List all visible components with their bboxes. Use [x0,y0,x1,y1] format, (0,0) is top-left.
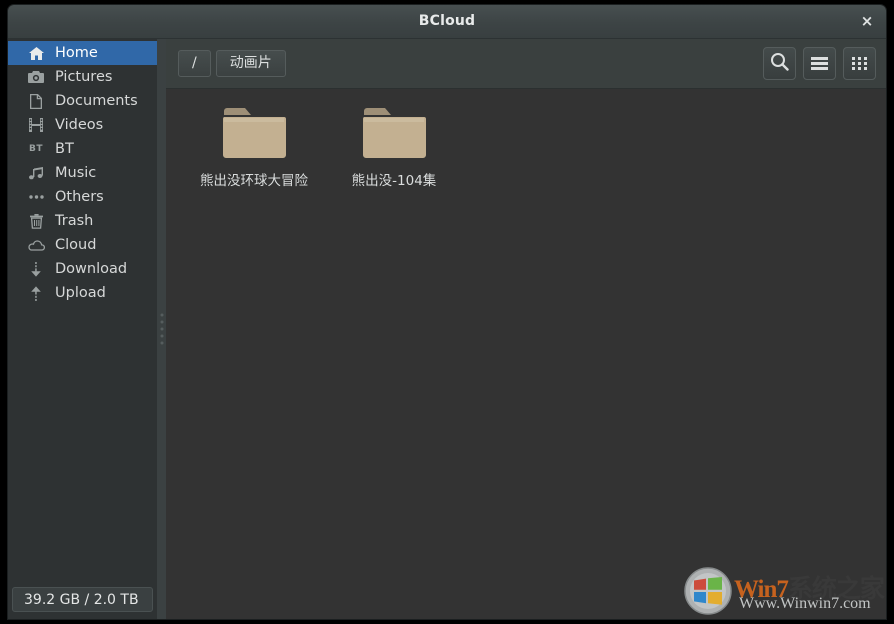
home-icon [26,45,46,61]
sidebar: Home Pictures Documents [8,39,157,619]
sidebar-item-home[interactable]: Home [8,41,157,65]
sidebar-item-download[interactable]: Download [8,257,157,281]
main-pane: / 动画片 [166,39,886,619]
close-icon[interactable]: × [858,12,876,30]
ellipsis-icon [26,189,46,205]
sidebar-item-music[interactable]: Music [8,161,157,185]
trash-icon [26,213,46,229]
sidebar-item-label: Trash [55,213,93,229]
sidebar-item-videos[interactable]: Videos [8,113,157,137]
sidebar-item-label: Download [55,261,127,277]
list-view-button[interactable] [803,47,836,80]
sidebar-item-label: Home [55,45,98,61]
splitter-grip [160,310,163,349]
sidebar-item-cloud[interactable]: Cloud [8,233,157,257]
bt-icon: BT [26,141,46,157]
sidebar-item-pictures[interactable]: Pictures [8,65,157,89]
toolbar: / 动画片 [166,39,886,89]
sidebar-item-bt[interactable]: BT BT [8,137,157,161]
sidebar-item-upload[interactable]: Upload [8,281,157,305]
upload-icon [26,285,46,301]
music-note-icon [26,165,46,181]
document-icon [26,93,46,109]
sidebar-item-label: Pictures [55,69,112,85]
folder-icon [362,107,426,163]
sidebar-item-trash[interactable]: Trash [8,209,157,233]
download-icon [26,261,46,277]
sidebar-splitter[interactable] [157,39,166,619]
list-icon [811,55,828,72]
file-name-label: 熊出没-104集 [332,172,456,190]
sidebar-item-label: Music [55,165,96,181]
window-title: BCloud [8,5,886,38]
sidebar-item-label: Documents [55,93,138,109]
sidebar-item-documents[interactable]: Documents [8,89,157,113]
title-bar[interactable]: BCloud × [8,5,886,39]
search-button[interactable] [763,47,796,80]
breadcrumb-root[interactable]: / [178,50,211,77]
file-grid: 熊出没环球大冒险 熊出没-104集 [166,89,886,619]
grid-icon [852,57,868,70]
list-item[interactable]: 熊出没-104集 [324,107,464,190]
breadcrumb: / 动画片 [178,50,286,77]
sidebar-item-label: Cloud [55,237,96,253]
list-item[interactable]: 熊出没环球大冒险 [184,107,324,190]
sidebar-item-label: Videos [55,117,103,133]
folder-icon [222,107,286,163]
file-name-label: 熊出没环球大冒险 [192,172,316,190]
search-icon [770,52,789,75]
film-icon [26,117,46,133]
storage-usage-label: 39.2 GB / 2.0 TB [12,587,153,612]
sidebar-item-label: Upload [55,285,106,301]
sidebar-item-label: BT [55,141,74,157]
bcloud-window: BCloud × Home Pictures [8,5,886,619]
window-body: Home Pictures Documents [8,39,886,619]
sidebar-item-others[interactable]: Others [8,185,157,209]
camera-icon [26,69,46,85]
sidebar-item-label: Others [55,189,104,205]
sidebar-list: Home Pictures Documents [8,39,157,587]
grid-view-button[interactable] [843,47,876,80]
breadcrumb-folder[interactable]: 动画片 [216,50,286,77]
status-bar: 39.2 GB / 2.0 TB [8,587,157,619]
cloud-icon [26,237,46,253]
